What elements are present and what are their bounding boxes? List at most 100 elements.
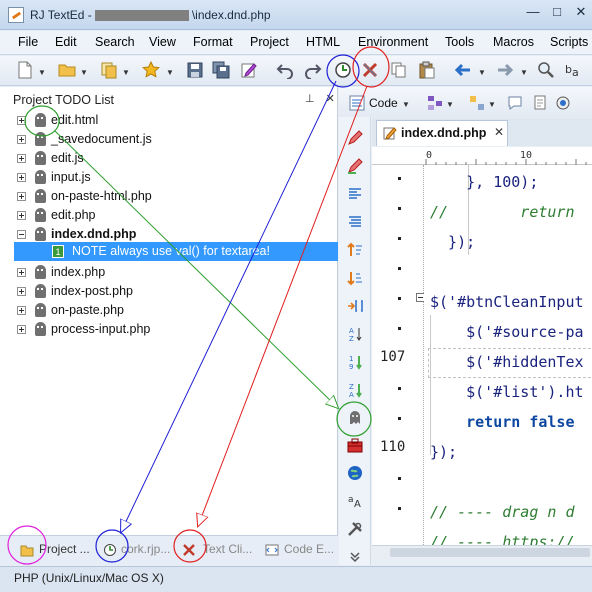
chevron-down-icon[interactable]: ▼	[166, 68, 174, 77]
menu-tools[interactable]: Tools	[445, 35, 474, 49]
tree-item-index-php[interactable]: index.php	[0, 263, 338, 282]
minimize-button[interactable]: —	[526, 4, 540, 20]
ghost-todo-icon[interactable]	[347, 409, 363, 425]
align-block-icon[interactable]	[347, 214, 363, 230]
save-icon[interactable]	[186, 61, 204, 79]
globe-icon[interactable]	[347, 465, 363, 481]
tab-text-clips[interactable]: Text Cli...	[203, 542, 252, 556]
tools-icon[interactable]	[347, 521, 363, 537]
pin-button[interactable]: ⊥	[305, 93, 315, 105]
menu-macros[interactable]: Macros	[493, 35, 534, 49]
chevron-down-icon[interactable]: ▼	[520, 68, 528, 77]
tree-item-savedocument-js[interactable]: _savedocument.js	[0, 130, 338, 149]
menu-scripts[interactable]: Scripts	[550, 35, 588, 49]
sort-az-icon[interactable]: AZ	[347, 326, 363, 342]
tree-item-index-post-php[interactable]: index-post.php	[0, 282, 338, 301]
back-arrow-icon[interactable]	[454, 61, 472, 79]
expand-icon[interactable]	[17, 154, 26, 163]
sort-numbers-icon[interactable]: 19	[347, 354, 363, 370]
expand-icon[interactable]	[17, 325, 26, 334]
more-icon[interactable]	[347, 549, 363, 565]
replace-icon[interactable]: ba	[564, 61, 582, 79]
chevron-down-icon[interactable]: ▼	[488, 100, 496, 109]
paste-icon[interactable]	[418, 61, 436, 79]
save-all-icon[interactable]	[212, 61, 230, 79]
tab-project[interactable]: Project ...	[39, 542, 90, 556]
sort-desc-icon[interactable]: ZA	[347, 382, 363, 398]
horizontal-scrollbar[interactable]	[372, 545, 592, 559]
collapse-icon[interactable]	[17, 230, 26, 239]
maximize-button[interactable]: □	[550, 4, 564, 20]
tree-item-input-js[interactable]: input.js	[0, 168, 338, 187]
tree-item-process-input-php[interactable]: process-input.php	[0, 320, 338, 339]
chevron-down-icon[interactable]: ▼	[80, 68, 88, 77]
expand-icon[interactable]	[17, 135, 26, 144]
color-picker-icon[interactable]	[555, 95, 571, 111]
copy-docs-icon[interactable]	[100, 61, 118, 79]
menu-file[interactable]: File	[18, 35, 38, 49]
ghost-file-icon	[35, 208, 46, 222]
font-case-icon[interactable]: aA	[347, 493, 363, 509]
pencil-red-icon[interactable]	[347, 130, 363, 146]
code-editor[interactable]: }, 100); // return }); $('#btnCleanInput…	[424, 165, 592, 545]
menu-format[interactable]: Format	[193, 35, 233, 49]
new-file-icon[interactable]	[16, 61, 34, 79]
tab-index-dnd-php[interactable]: index.dnd.php ✕	[376, 120, 508, 146]
magnify-icon[interactable]	[537, 61, 555, 79]
menu-edit[interactable]: Edit	[55, 35, 77, 49]
favorites-star-icon[interactable]	[142, 61, 160, 79]
close-window-button[interactable]: ✕	[574, 4, 588, 20]
edit-document-icon[interactable]	[240, 61, 258, 79]
tree-item-edit-php[interactable]: edit.php	[0, 206, 338, 225]
menu-view[interactable]: View	[149, 35, 176, 49]
chevron-down-icon[interactable]: ▼	[402, 100, 410, 109]
close-tab-button[interactable]: ✕	[494, 125, 504, 139]
expand-icon[interactable]	[17, 173, 26, 182]
redo-icon[interactable]	[304, 61, 322, 79]
expand-icon[interactable]	[17, 306, 26, 315]
menu-environment[interactable]: Environment	[358, 35, 428, 49]
layout-icon[interactable]	[469, 95, 485, 111]
template-icon[interactable]	[533, 95, 549, 111]
expand-icon[interactable]	[17, 211, 26, 220]
expand-icon[interactable]	[17, 116, 26, 125]
align-left-icon[interactable]	[347, 186, 363, 202]
tree-item-edit-js[interactable]: edit.js	[0, 149, 338, 168]
tab-cork[interactable]: cork.rjp...	[121, 542, 170, 556]
toolbox-icon[interactable]	[347, 437, 363, 453]
sort-down-icon[interactable]	[347, 270, 363, 286]
menu-project[interactable]: Project	[250, 35, 289, 49]
code-list-icon[interactable]	[349, 95, 365, 111]
code-dropdown[interactable]: Code	[369, 96, 398, 110]
chevron-down-icon[interactable]: ▼	[122, 68, 130, 77]
highlighter-icon[interactable]	[347, 158, 363, 174]
expand-icon[interactable]	[17, 192, 26, 201]
todo-note-row[interactable]: 1 NOTE always use val() for textarea!	[14, 242, 338, 261]
cross-icon[interactable]	[361, 61, 379, 79]
copy-icon[interactable]	[390, 61, 408, 79]
line-number-gutter: 107 110	[372, 165, 425, 545]
status-file-type[interactable]: PHP (Unix/Linux/Mac OS X)	[14, 571, 164, 585]
tree-item-on-paste-html-php[interactable]: on-paste-html.php	[0, 187, 338, 206]
expand-icon[interactable]	[17, 268, 26, 277]
sort-up-icon[interactable]	[347, 242, 363, 258]
expand-icon[interactable]	[17, 287, 26, 296]
close-panel-button[interactable]: ✕	[326, 93, 335, 105]
file-name: edit.js	[51, 151, 84, 165]
menu-search[interactable]: Search	[95, 35, 135, 49]
chevron-down-icon[interactable]: ▼	[38, 68, 46, 77]
clock-history-icon[interactable]	[334, 61, 352, 79]
comment-icon[interactable]	[507, 95, 523, 111]
brackets-icon[interactable]	[347, 298, 363, 314]
menu-html[interactable]: HTML	[306, 35, 340, 49]
chevron-down-icon[interactable]: ▼	[446, 100, 454, 109]
tab-code-explorer[interactable]: Code E...	[284, 542, 334, 556]
undo-icon[interactable]	[276, 61, 294, 79]
forward-arrow-icon[interactable]	[496, 61, 514, 79]
tree-item-on-paste-php[interactable]: on-paste.php	[0, 301, 338, 320]
open-folder-icon[interactable]	[58, 61, 76, 79]
structure-icon[interactable]	[427, 95, 443, 111]
scroll-thumb[interactable]	[390, 548, 590, 557]
chevron-down-icon[interactable]: ▼	[478, 68, 486, 77]
tree-item-edit-html[interactable]: edit.html	[0, 111, 338, 130]
